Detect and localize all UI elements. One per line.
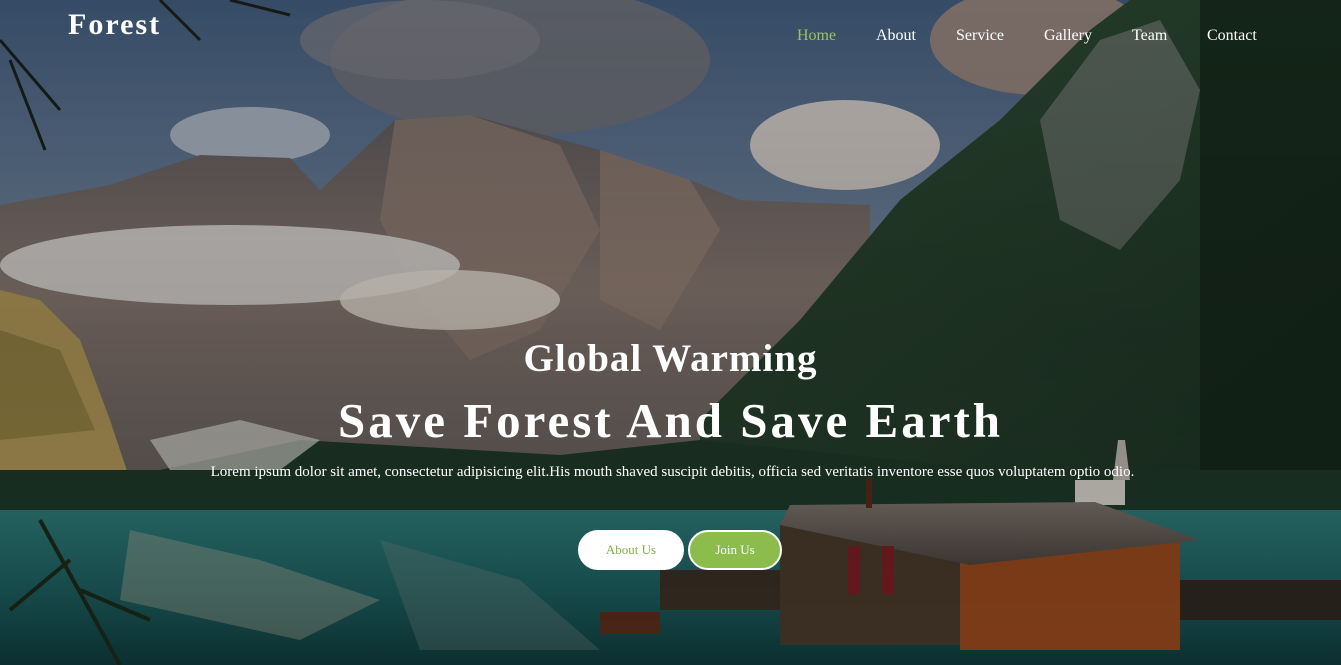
nav-item-team[interactable]: Team [1132,27,1167,45]
nav-item-about[interactable]: About [876,27,916,45]
nav-item-contact[interactable]: Contact [1207,27,1257,45]
nav-item-home[interactable]: Home [797,27,836,45]
join-us-button[interactable]: Join Us [688,530,782,570]
nav-item-service[interactable]: Service [956,27,1004,45]
hero-kicker: Global Warming [523,337,818,380]
hero-section: Forest Home About Service Gallery Team C… [0,0,1341,665]
nav-item-gallery[interactable]: Gallery [1044,27,1092,45]
hero-description: Lorem ipsum dolor sit amet, consectetur … [210,464,1135,480]
hero-title: Save Forest And Save Earth [337,393,1004,448]
about-us-button[interactable]: About Us [578,530,684,570]
main-navigation: Home About Service Gallery Team Contact [0,27,1341,51]
